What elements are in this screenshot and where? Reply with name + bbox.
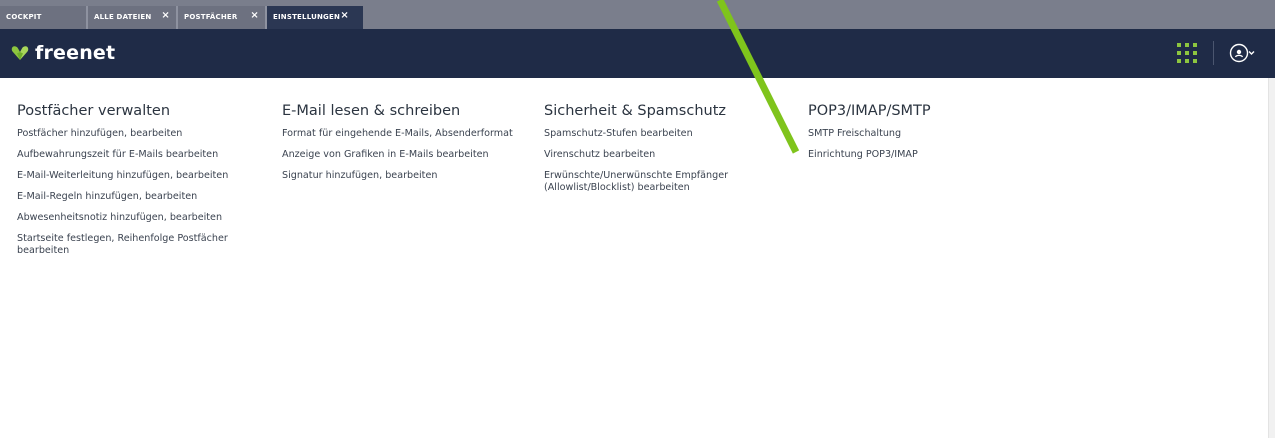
tab-bar: COCKPIT ALLE DATEIEN × POSTFÄCHER × EINS… bbox=[0, 0, 1275, 29]
tab-label: COCKPIT bbox=[6, 13, 42, 21]
settings-link[interactable]: Postfächer hinzufügen, bearbeiten bbox=[17, 128, 257, 140]
settings-link[interactable]: Signatur hinzufügen, bearbeiten bbox=[282, 170, 532, 182]
section-title: E-Mail lesen & schreiben bbox=[282, 103, 461, 119]
settings-link[interactable]: Startseite festlegen, Reihenfolge Postfä… bbox=[17, 233, 257, 257]
section-postfaecher-verwalten: Postfächer verwalten Postfächer hinzufüg… bbox=[17, 101, 257, 266]
settings-link[interactable]: Erwünschte/Unerwünschte Empfänger (Allow… bbox=[544, 170, 744, 194]
close-icon[interactable]: × bbox=[340, 4, 349, 27]
settings-link[interactable]: Abwesenheitsnotiz hinzufügen, bearbeiten bbox=[17, 212, 257, 224]
settings-link[interactable]: Spamschutz-Stufen bearbeiten bbox=[544, 128, 784, 140]
section-sicherheit-spamschutz: Sicherheit & Spamschutz Spamschutz-Stufe… bbox=[544, 101, 784, 203]
header-divider bbox=[1213, 41, 1214, 65]
section-title: Postfächer verwalten bbox=[17, 103, 171, 119]
scrollbar[interactable] bbox=[1268, 78, 1275, 438]
tab-label: ALLE DATEIEN bbox=[94, 13, 152, 21]
section-title: Sicherheit & Spamschutz bbox=[544, 103, 726, 119]
section-pop3-imap-smtp: POP3/IMAP/SMTP SMTP Freischaltung Einric… bbox=[808, 101, 1048, 170]
settings-link[interactable]: E-Mail-Regeln hinzufügen, bearbeiten bbox=[17, 191, 257, 203]
settings-link[interactable]: Aufbewahrungszeit für E-Mails bearbeiten bbox=[17, 149, 257, 161]
settings-link[interactable]: Anzeige von Grafiken in E-Mails bearbeit… bbox=[282, 149, 532, 161]
app-header: freenet bbox=[0, 29, 1275, 78]
tab-alle-dateien[interactable]: ALLE DATEIEN × bbox=[88, 6, 176, 29]
settings-link[interactable]: E-Mail-Weiterleitung hinzufügen, bearbei… bbox=[17, 170, 257, 182]
tab-label: POSTFÄCHER bbox=[184, 13, 238, 21]
user-avatar-icon[interactable] bbox=[1229, 43, 1255, 63]
settings-link-smtp-freischaltung[interactable]: SMTP Freischaltung bbox=[808, 128, 1048, 140]
settings-link[interactable]: Format für eingehende E-Mails, Absenderf… bbox=[282, 128, 532, 140]
settings-link-einrichtung-pop3-imap[interactable]: Einrichtung POP3/IMAP bbox=[808, 149, 1048, 161]
close-icon[interactable]: × bbox=[250, 4, 259, 27]
tab-einstellungen[interactable]: EINSTELLUNGEN × bbox=[267, 6, 363, 29]
apps-grid-icon[interactable] bbox=[1177, 43, 1197, 63]
section-email-lesen-schreiben: E-Mail lesen & schreiben Format für eing… bbox=[282, 101, 532, 191]
chevron-down-icon bbox=[1248, 51, 1255, 55]
settings-link[interactable]: Virenschutz bearbeiten bbox=[544, 149, 784, 161]
freenet-logo[interactable]: freenet bbox=[11, 40, 115, 66]
close-icon[interactable]: × bbox=[161, 4, 170, 27]
tab-label: EINSTELLUNGEN bbox=[273, 13, 341, 21]
logo-text: freenet bbox=[35, 42, 116, 64]
tab-cockpit[interactable]: COCKPIT bbox=[0, 6, 86, 29]
freenet-heart-icon bbox=[11, 46, 29, 60]
section-title: POP3/IMAP/SMTP bbox=[808, 103, 931, 119]
tab-postfaecher[interactable]: POSTFÄCHER × bbox=[178, 6, 265, 29]
